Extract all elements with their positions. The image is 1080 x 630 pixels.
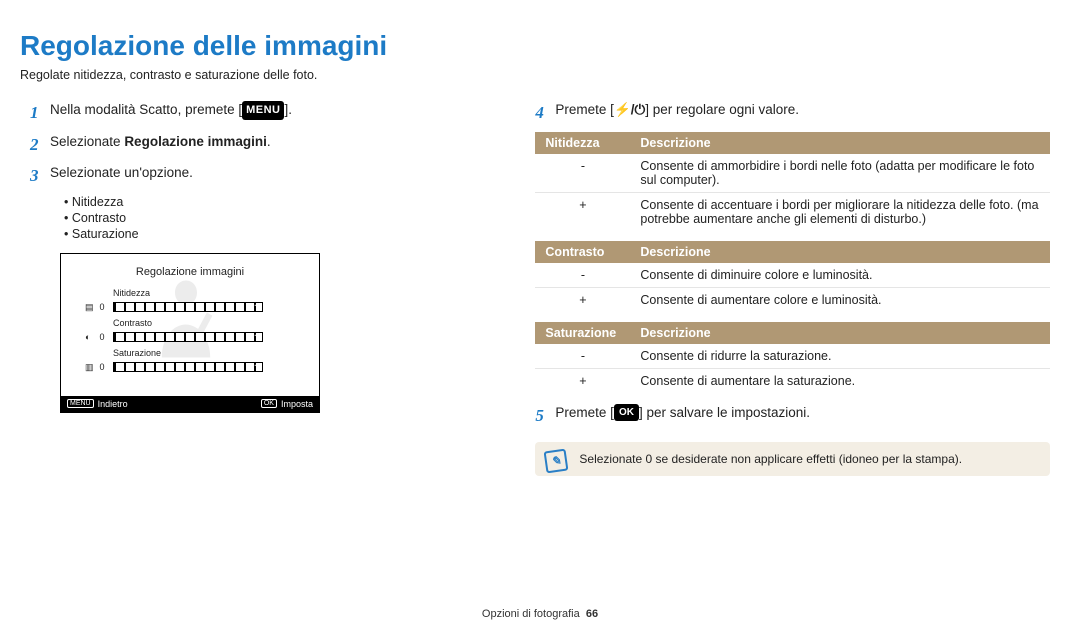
table-row: +Consente di accentuare i bordi per migl…	[535, 192, 1050, 231]
figure-title: Regolazione immagini	[61, 266, 319, 278]
sharpness-icon: ▤	[85, 302, 97, 313]
menu-icon: MENU	[67, 399, 94, 408]
slider-value: 0	[97, 332, 107, 342]
slider-bar	[113, 362, 263, 372]
page-title: Regolazione delle immagini	[20, 30, 1050, 62]
th-param: Saturazione	[535, 322, 630, 344]
table-nitidezza: NitidezzaDescrizione -Consente di ammorb…	[535, 132, 1050, 231]
cell-desc: Consente di diminuire colore e luminosit…	[630, 263, 1050, 288]
cell-desc: Consente di aumentare la saturazione.	[630, 368, 1050, 393]
step-number: 2	[30, 132, 50, 158]
step-5-text-post: ] per salvare le impostazioni.	[639, 405, 810, 420]
step-3: 3 Selezionate un'opzione.	[30, 163, 495, 189]
cell-sym: -	[535, 263, 630, 288]
step-1: 1 Nella modalità Scatto, premete [MENU].	[30, 100, 495, 126]
table-row: -Consente di ridurre la saturazione.	[535, 344, 1050, 369]
step-5: 5 Premete [OK] per salvare le impostazio…	[535, 403, 1050, 429]
cell-sym: +	[535, 192, 630, 231]
slider-row-nitidezza: ▤ 0	[85, 300, 263, 315]
ok-icon: OK	[614, 404, 639, 421]
left-column: 1 Nella modalità Scatto, premete [MENU].…	[20, 100, 495, 476]
table-row: +Consente di aumentare la saturazione.	[535, 368, 1050, 393]
cell-desc: Consente di ridurre la saturazione.	[630, 344, 1050, 369]
step-number: 3	[30, 163, 50, 189]
flash-timer-icon: ⚡/⏻	[614, 102, 645, 117]
slider-row-contrasto: ◐ 0	[85, 330, 263, 345]
cell-desc: Consente di ammorbidire i bordi nelle fo…	[630, 154, 1050, 193]
bullet-item: Saturazione	[64, 227, 495, 241]
note-text: Selezionate 0 se desiderate non applicar…	[579, 452, 962, 466]
page-footer: Opzioni di fotografia 66	[0, 608, 1080, 620]
th-desc: Descrizione	[630, 322, 1050, 344]
table-saturazione: SaturazioneDescrizione -Consente di ridu…	[535, 322, 1050, 393]
th-desc: Descrizione	[630, 241, 1050, 263]
step-3-text: Selezionate un'opzione.	[50, 163, 495, 189]
slider-value: 0	[97, 362, 107, 372]
note-icon: ✎	[544, 449, 569, 474]
step-2-text-post: .	[267, 134, 271, 149]
footer-right-label: Imposta	[281, 399, 313, 409]
camera-screen-figure: Regolazione immagini Nitidezza ▤ 0 Contr…	[60, 253, 320, 413]
step-2: 2 Selezionate Regolazione immagini.	[30, 132, 495, 158]
slider-bar	[113, 332, 263, 342]
slider-label: Nitidezza	[113, 288, 263, 298]
step-number: 4	[535, 100, 555, 126]
step-number: 1	[30, 100, 50, 126]
figure-footer: MENU Indietro OK Imposta	[61, 396, 319, 412]
page-number: 66	[586, 608, 598, 620]
slider-label: Saturazione	[113, 348, 263, 358]
cell-sym: -	[535, 154, 630, 193]
table-contrasto: ContrastoDescrizione -Consente di diminu…	[535, 241, 1050, 312]
slider-bar	[113, 302, 263, 312]
footer-section: Opzioni di fotografia	[482, 608, 580, 620]
slider-label: Contrasto	[113, 318, 263, 328]
menu-icon: MENU	[242, 101, 284, 120]
slider-row-saturazione: ▥ 0	[85, 360, 263, 375]
cell-desc: Consente di accentuare i bordi per migli…	[630, 192, 1050, 231]
slider-value: 0	[97, 302, 107, 312]
table-row: -Consente di ammorbidire i bordi nelle f…	[535, 154, 1050, 193]
bullet-item: Contrasto	[64, 211, 495, 225]
step-4-text-post: ] per regolare ogni valore.	[645, 102, 799, 117]
page-subtitle: Regolate nitidezza, contrasto e saturazi…	[20, 68, 1050, 82]
ok-icon: OK	[261, 399, 277, 408]
step-4: 4 Premete [⚡/⏻] per regolare ogni valore…	[535, 100, 1050, 126]
right-column: 4 Premete [⚡/⏻] per regolare ogni valore…	[535, 100, 1050, 476]
step-4-text-pre: Premete [	[555, 102, 614, 117]
step-2-bold: Regolazione immagini	[124, 134, 267, 149]
th-param: Contrasto	[535, 241, 630, 263]
option-bullets: Nitidezza Contrasto Saturazione	[64, 195, 495, 241]
footer-left-label: Indietro	[98, 399, 128, 409]
step-1-text-post: ].	[284, 102, 292, 117]
note-box: ✎ Selezionate 0 se desiderate non applic…	[535, 442, 1050, 476]
saturation-icon: ▥	[85, 362, 97, 373]
step-2-text-pre: Selezionate	[50, 134, 124, 149]
step-number: 5	[535, 403, 555, 429]
step-1-text-pre: Nella modalità Scatto, premete [	[50, 102, 242, 117]
th-desc: Descrizione	[630, 132, 1050, 154]
step-5-text-pre: Premete [	[555, 405, 614, 420]
table-row: -Consente di diminuire colore e luminosi…	[535, 263, 1050, 288]
table-row: +Consente di aumentare colore e luminosi…	[535, 287, 1050, 312]
cell-desc: Consente di aumentare colore e luminosit…	[630, 287, 1050, 312]
contrast-icon: ◐	[85, 332, 97, 342]
cell-sym: +	[535, 368, 630, 393]
cell-sym: -	[535, 344, 630, 369]
th-param: Nitidezza	[535, 132, 630, 154]
cell-sym: +	[535, 287, 630, 312]
bullet-item: Nitidezza	[64, 195, 495, 209]
